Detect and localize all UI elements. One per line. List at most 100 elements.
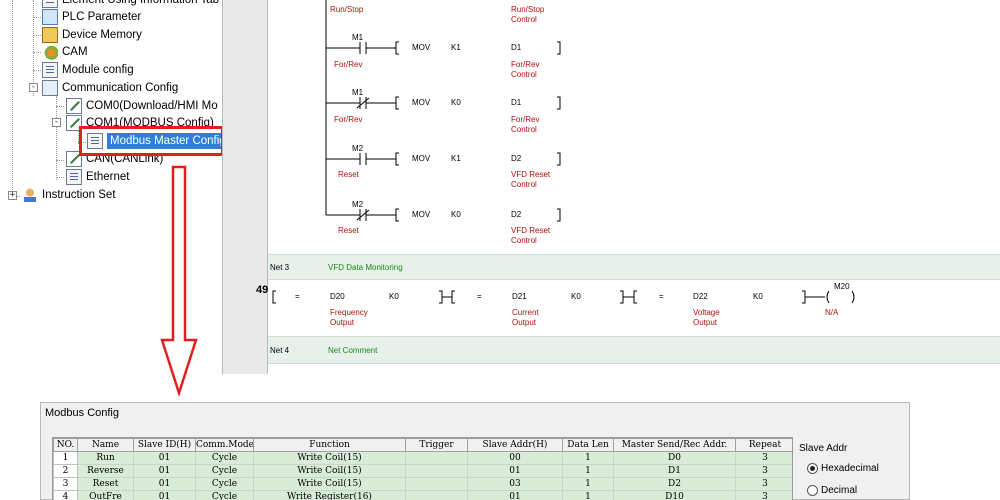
- table-cell[interactable]: Write Register(16): [253, 490, 406, 500]
- table-cell[interactable]: 3: [735, 490, 792, 500]
- instruction-name[interactable]: MOV: [412, 210, 430, 220]
- operand[interactable]: D20: [330, 292, 345, 302]
- hexadecimal-radio-option[interactable]: Hexadecimal: [807, 463, 879, 474]
- instruction-name[interactable]: MOV: [412, 98, 430, 108]
- decimal-radio-option[interactable]: Decimal: [807, 485, 857, 496]
- operand[interactable]: D21: [512, 292, 527, 302]
- column-header[interactable]: Repeat: [735, 438, 792, 452]
- operand[interactable]: K0: [571, 292, 581, 302]
- column-header[interactable]: Data Len: [562, 438, 614, 452]
- table-cell[interactable]: OutFre: [77, 490, 134, 500]
- tree-item-communication-config[interactable]: Communication Config: [42, 80, 178, 96]
- operand[interactable]: K0: [389, 292, 399, 302]
- table-cell[interactable]: 2: [53, 464, 78, 478]
- table-cell[interactable]: [405, 464, 468, 478]
- radio-button-checked[interactable]: [807, 463, 818, 474]
- operand[interactable]: D22: [693, 292, 708, 302]
- operand[interactable]: K0: [753, 292, 763, 302]
- radio-button-unchecked[interactable]: [807, 485, 818, 496]
- table-cell[interactable]: [405, 451, 468, 465]
- table-cell[interactable]: 3: [735, 477, 792, 491]
- table-cell[interactable]: Write Coil(15): [253, 477, 406, 491]
- table-cell[interactable]: Cycle: [195, 490, 254, 500]
- table-cell[interactable]: D1: [613, 464, 736, 478]
- table-cell[interactable]: 1: [53, 451, 78, 465]
- tree-item-com0[interactable]: COM0(Download/HMI Mo: [66, 98, 218, 114]
- table-cell[interactable]: 01: [133, 490, 196, 500]
- column-header[interactable]: Slave ID(H): [133, 438, 196, 452]
- table-cell[interactable]: 03: [467, 477, 563, 491]
- tree-item-cam[interactable]: CAM: [42, 44, 88, 60]
- contact-label[interactable]: M2: [352, 200, 363, 210]
- table-row[interactable]: 4 OutFre 01 Cycle Write Register(16) 01 …: [53, 490, 792, 500]
- table-cell[interactable]: 3: [735, 451, 792, 465]
- table-cell[interactable]: Cycle: [195, 477, 254, 491]
- table-cell[interactable]: Reverse: [77, 464, 134, 478]
- table-cell[interactable]: 01: [133, 451, 196, 465]
- tree-item-device-memory[interactable]: Device Memory: [42, 27, 142, 43]
- table-cell[interactable]: 01: [467, 464, 563, 478]
- table-cell[interactable]: 1: [562, 477, 614, 491]
- expand-expander[interactable]: +: [8, 191, 17, 200]
- net-header[interactable]: Net 3 VFD Data Monitoring: [268, 254, 1000, 280]
- table-cell[interactable]: Run: [77, 451, 134, 465]
- table-row[interactable]: 1 Run 01 Cycle Write Coil(15) 00 1 D0 3: [53, 451, 792, 465]
- tree-item-instruction-set[interactable]: Instruction Set: [22, 187, 116, 203]
- operand[interactable]: D1: [511, 43, 521, 53]
- table-cell[interactable]: 01: [133, 477, 196, 491]
- tree-item-plc-parameter[interactable]: PLC Parameter: [42, 9, 141, 25]
- operand[interactable]: D1: [511, 98, 521, 108]
- column-header[interactable]: Function: [253, 438, 406, 452]
- instruction-name[interactable]: MOV: [412, 43, 430, 53]
- table-cell[interactable]: D10: [613, 490, 736, 500]
- compare-op[interactable]: =: [477, 292, 482, 302]
- table-cell[interactable]: 01: [133, 464, 196, 478]
- modbus-table[interactable]: NO. Name Slave ID(H) Comm.Mode Function …: [52, 437, 793, 500]
- table-cell[interactable]: Reset: [77, 477, 134, 491]
- contact-label[interactable]: M1: [352, 88, 363, 98]
- instruction-name[interactable]: MOV: [412, 154, 430, 164]
- compare-op[interactable]: =: [659, 292, 664, 302]
- operand[interactable]: K0: [451, 98, 461, 108]
- column-header[interactable]: Slave Addr(H): [467, 438, 563, 452]
- column-header[interactable]: NO.: [53, 438, 78, 452]
- column-header[interactable]: Trigger: [405, 438, 468, 452]
- column-header[interactable]: Comm.Mode: [195, 438, 254, 452]
- collapse-expander[interactable]: -: [52, 118, 61, 127]
- table-cell[interactable]: [405, 477, 468, 491]
- compare-op[interactable]: =: [295, 292, 300, 302]
- table-cell[interactable]: Cycle: [195, 451, 254, 465]
- table-cell[interactable]: D2: [613, 477, 736, 491]
- contact-label[interactable]: M2: [352, 144, 363, 154]
- modbus-config-dialog[interactable]: Modbus Config NO. Name Slave ID(H) Comm.…: [40, 402, 910, 500]
- table-cell[interactable]: Write Coil(15): [253, 451, 406, 465]
- table-cell[interactable]: Write Coil(15): [253, 464, 406, 478]
- table-cell[interactable]: [405, 490, 468, 500]
- operand[interactable]: D2: [511, 210, 521, 220]
- column-header[interactable]: Name: [77, 438, 134, 452]
- table-cell[interactable]: 1: [562, 490, 614, 500]
- operand[interactable]: K1: [451, 154, 461, 164]
- tree-item-module-config[interactable]: Module config: [42, 62, 134, 78]
- ladder-editor[interactable]: Run/Stop Run/Stop Control M1 MOV K1 D1 F…: [256, 0, 1000, 374]
- collapse-expander[interactable]: -: [29, 83, 38, 92]
- column-header[interactable]: Master Send/Rec Addr.: [613, 438, 736, 452]
- contact-label[interactable]: M1: [352, 33, 363, 43]
- tree-item-ethernet[interactable]: Ethernet: [66, 169, 129, 185]
- table-cell[interactable]: 00: [467, 451, 563, 465]
- table-cell[interactable]: 1: [562, 451, 614, 465]
- table-cell[interactable]: 1: [562, 464, 614, 478]
- table-cell[interactable]: 3: [735, 464, 792, 478]
- operand[interactable]: D2: [511, 154, 521, 164]
- table-cell[interactable]: 3: [53, 477, 78, 491]
- tree-item-element-using-info[interactable]: Element Using Information Tab: [42, 0, 219, 8]
- table-cell[interactable]: D0: [613, 451, 736, 465]
- coil-label[interactable]: M20: [834, 282, 850, 292]
- table-cell[interactable]: 4: [53, 490, 78, 500]
- table-cell[interactable]: 01: [467, 490, 563, 500]
- table-row[interactable]: 3 Reset 01 Cycle Write Coil(15) 03 1 D2 …: [53, 477, 792, 491]
- operand[interactable]: K1: [451, 43, 461, 53]
- net-header[interactable]: Net 4 Net Comment: [268, 336, 1000, 364]
- table-row[interactable]: 2 Reverse 01 Cycle Write Coil(15) 01 1 D…: [53, 464, 792, 478]
- table-cell[interactable]: Cycle: [195, 464, 254, 478]
